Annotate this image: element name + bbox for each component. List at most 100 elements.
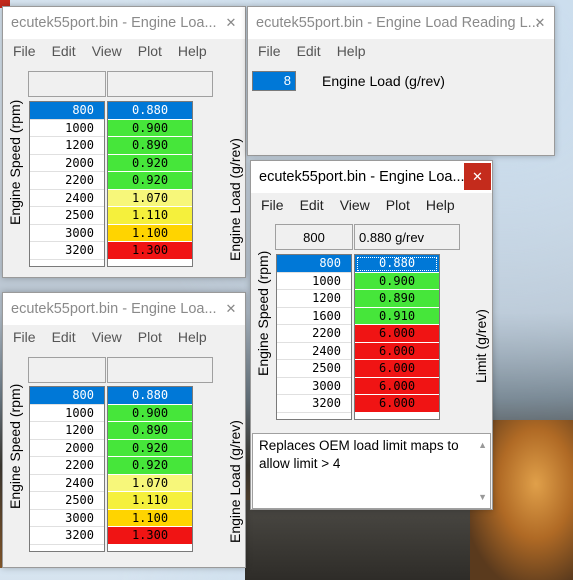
rpm-cell[interactable]: 3200 xyxy=(30,242,104,260)
value-cell[interactable]: 0.910 xyxy=(355,307,439,325)
description-box[interactable]: Replaces OEM load limit maps to allow li… xyxy=(252,433,491,509)
menu-help[interactable]: Help xyxy=(329,43,374,59)
rpm-cell[interactable]: 2400 xyxy=(30,475,104,492)
close-icon[interactable]: ✕ xyxy=(217,293,245,325)
menu-view[interactable]: View xyxy=(84,329,130,345)
scroll-up-icon[interactable]: ▲ xyxy=(478,436,487,454)
scroll-down-icon[interactable]: ▼ xyxy=(478,488,487,506)
rpm-cell[interactable]: 1000 xyxy=(277,273,351,290)
rpm-cell[interactable]: 800 xyxy=(30,387,104,405)
value-cell[interactable]: 0.880 xyxy=(355,255,439,273)
rpm-cell[interactable]: 3000 xyxy=(30,225,104,242)
value-cell[interactable]: 0.900 xyxy=(355,272,439,290)
menu-plot[interactable]: Plot xyxy=(378,197,418,213)
menu-help[interactable]: Help xyxy=(170,329,215,345)
value-axis-label: Limit (g/rev) xyxy=(473,309,489,383)
value-cell[interactable]: 0.890 xyxy=(355,290,439,308)
menu-help[interactable]: Help xyxy=(170,43,215,59)
header-value-box xyxy=(107,357,213,383)
menu-plot[interactable]: Plot xyxy=(130,43,170,59)
close-icon[interactable]: ✕ xyxy=(526,7,554,39)
menu-file[interactable]: File xyxy=(5,43,44,59)
title-bar[interactable]: ecutek55port.bin - Engine Load Reading L… xyxy=(248,7,554,39)
rpm-cell[interactable]: 2400 xyxy=(30,190,104,207)
value-cell[interactable]: 1.110 xyxy=(108,207,192,225)
menu-edit[interactable]: Edit xyxy=(44,43,84,59)
close-icon[interactable]: ✕ xyxy=(464,163,491,190)
rpm-cell[interactable]: 2000 xyxy=(30,155,104,172)
title-bar[interactable]: ecutek55port.bin - Engine Loa... ✕ xyxy=(251,161,492,193)
rpm-cell[interactable]: 1000 xyxy=(30,120,104,137)
window-engine-load-limit[interactable]: ecutek55port.bin - Engine Loa... ✕ File … xyxy=(250,160,493,510)
rpm-cell[interactable]: 1200 xyxy=(30,137,104,155)
value-cell[interactable]: 1.300 xyxy=(108,527,192,545)
rpm-cell[interactable]: 3200 xyxy=(30,527,104,545)
rpm-cell[interactable]: 2000 xyxy=(30,440,104,457)
menu-file[interactable]: File xyxy=(253,197,292,213)
value-cell[interactable]: 6.000 xyxy=(355,360,439,378)
rpm-cell[interactable]: 3000 xyxy=(30,510,104,527)
header-rpm-box: 800 xyxy=(275,224,353,250)
value-cell[interactable]: 1.100 xyxy=(108,224,192,242)
menu-view[interactable]: View xyxy=(84,43,130,59)
menu-view[interactable]: View xyxy=(332,197,378,213)
value-cell[interactable]: 6.000 xyxy=(355,377,439,395)
value-cell[interactable]: 0.920 xyxy=(108,439,192,457)
rpm-cell[interactable]: 1000 xyxy=(30,405,104,422)
value-column[interactable]: 0.880 0.900 0.890 0.920 0.920 1.070 1.110 1.100… xyxy=(107,101,193,267)
value-cell[interactable]: 0.880 xyxy=(108,102,192,120)
value-cell[interactable]: 0.880 xyxy=(108,387,192,405)
rpm-cell[interactable]: 2200 xyxy=(30,172,104,190)
value-cell[interactable]: 6.000 xyxy=(355,342,439,360)
value-cell[interactable]: 1.070 xyxy=(108,474,192,492)
value-column[interactable]: 0.880 0.900 0.890 0.910 6.000 6.000 6.000 6.000… xyxy=(354,254,440,420)
value-cell[interactable]: 0.890 xyxy=(108,137,192,155)
value-cell[interactable]: 1.300 xyxy=(108,242,192,260)
rpm-cell[interactable]: 2500 xyxy=(277,360,351,378)
value-cell[interactable]: 1.110 xyxy=(108,492,192,510)
menu-edit[interactable]: Edit xyxy=(44,329,84,345)
value-cell[interactable]: 6.000 xyxy=(355,325,439,343)
value-cell[interactable]: 0.920 xyxy=(108,172,192,190)
header-value-box xyxy=(107,71,213,97)
rpm-cell[interactable]: 2500 xyxy=(30,207,104,225)
rpm-cell[interactable]: 2400 xyxy=(277,343,351,360)
menu-file[interactable]: File xyxy=(250,43,289,59)
menu-file[interactable]: File xyxy=(5,329,44,345)
rpm-cell[interactable]: 3000 xyxy=(277,378,351,395)
value-cell[interactable]: 0.920 xyxy=(108,154,192,172)
close-icon[interactable]: ✕ xyxy=(217,7,245,39)
rpm-column[interactable]: 800 1000 1200 2000 2200 2400 2500 3000 3200 xyxy=(29,101,105,267)
window-engine-load-1[interactable]: ecutek55port.bin - Engine Loa... ✕ File … xyxy=(2,6,246,278)
rpm-cell[interactable]: 3200 xyxy=(277,395,351,413)
window-engine-load-reading[interactable]: ecutek55port.bin - Engine Load Reading L… xyxy=(247,6,555,156)
value-cell[interactable]: 1.070 xyxy=(108,189,192,207)
menu-edit[interactable]: Edit xyxy=(292,197,332,213)
rpm-cell[interactable]: 800 xyxy=(277,255,351,273)
value-cell[interactable]: 0.890 xyxy=(108,422,192,440)
value-cell[interactable]: 6.000 xyxy=(355,395,439,413)
menu-plot[interactable]: Plot xyxy=(130,329,170,345)
title-bar[interactable]: ecutek55port.bin - Engine Loa... ✕ xyxy=(3,7,245,39)
rpm-cell[interactable]: 2500 xyxy=(30,492,104,510)
value-cell[interactable]: 0.900 xyxy=(108,404,192,422)
rpm-cell[interactable]: 2200 xyxy=(30,457,104,475)
window-title: ecutek55port.bin - Engine Loa... xyxy=(259,169,465,185)
rpm-cell[interactable]: 1600 xyxy=(277,308,351,325)
value-cell[interactable]: 0.900 xyxy=(108,119,192,137)
value-cell[interactable]: 0.920 xyxy=(108,457,192,475)
title-bar[interactable]: ecutek55port.bin - Engine Loa... ✕ xyxy=(3,293,245,325)
value-column[interactable]: 0.880 0.900 0.890 0.920 0.920 1.070 1.110 1.100… xyxy=(107,386,193,552)
rpm-cell[interactable]: 1200 xyxy=(30,422,104,440)
rpm-column[interactable]: 800 1000 1200 1600 2200 2400 2500 3000 3200 xyxy=(276,254,352,420)
rpm-cell[interactable]: 2200 xyxy=(277,325,351,343)
window-engine-load-2[interactable]: ecutek55port.bin - Engine Loa... ✕ File … xyxy=(2,292,246,568)
rpm-cell[interactable]: 1200 xyxy=(277,290,351,308)
menu-edit[interactable]: Edit xyxy=(289,43,329,59)
value-cell[interactable]: 1.100 xyxy=(108,509,192,527)
rpm-cell[interactable]: 800 xyxy=(30,102,104,120)
rpm-column[interactable]: 800 1000 1200 2000 2200 2400 2500 3000 3200 xyxy=(29,386,105,552)
value-axis-label: Engine Load (g/rev) xyxy=(227,138,243,261)
engine-load-spinbox[interactable]: 8 xyxy=(252,71,296,91)
menu-help[interactable]: Help xyxy=(418,197,463,213)
